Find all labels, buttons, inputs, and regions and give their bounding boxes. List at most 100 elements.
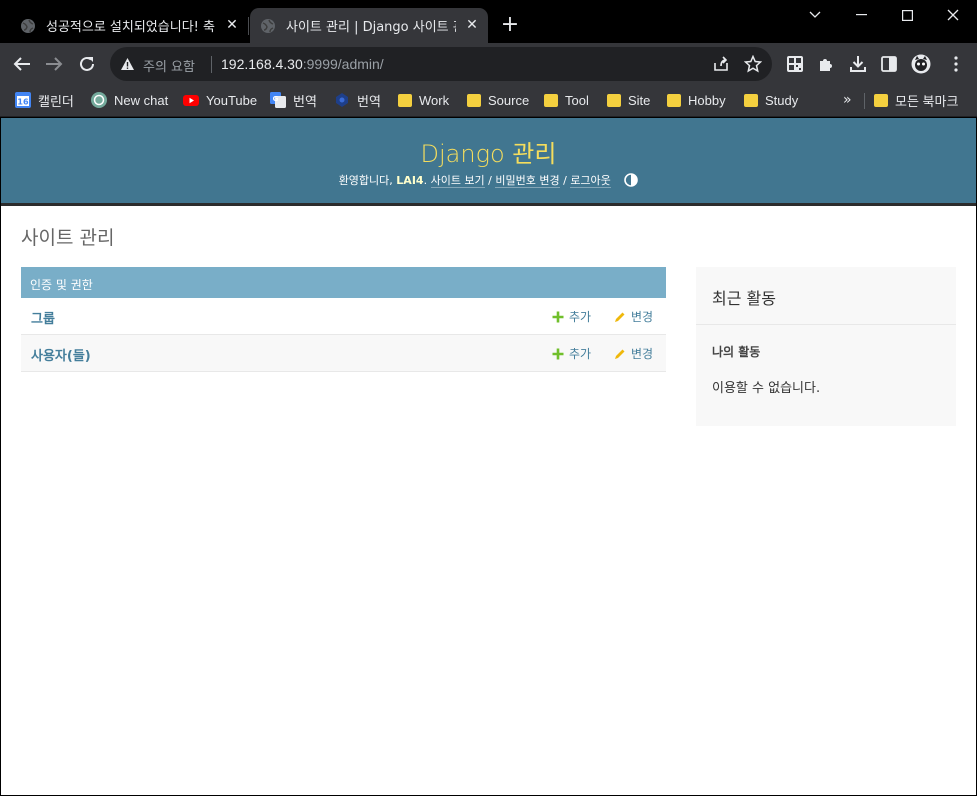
bookmark-label: 모든 북마크: [895, 93, 959, 109]
address-bar[interactable]: 주의 요함 192.168.4.30:9999/admin/: [110, 47, 772, 81]
bookmark-folder-site[interactable]: Site: [607, 91, 650, 109]
page-title: 사이트 관리: [21, 227, 115, 249]
add-groups-link[interactable]: 추가: [552, 308, 591, 325]
change-label: 변경: [631, 310, 654, 324]
bookmark-label: 번역: [357, 93, 381, 109]
svg-text:16: 16: [17, 98, 29, 107]
arrow-left-icon: [13, 57, 30, 71]
more-bookmarks-button[interactable]: »: [843, 92, 852, 108]
bookmarks-bar: 16 캘린더 New chat YouTube G 번역 번역 Work Sou…: [0, 84, 977, 117]
welcome-text: 환영합니다,: [338, 174, 393, 187]
view-site-link[interactable]: 사이트 보기: [430, 174, 485, 188]
folder-icon: [667, 93, 681, 107]
arrow-right-icon: [46, 57, 63, 71]
side-panel-icon[interactable]: [880, 55, 898, 73]
tab-search-chevron-icon[interactable]: [792, 0, 838, 30]
bookmark-papago[interactable]: 번역: [334, 91, 381, 109]
share-icon[interactable]: [712, 55, 730, 73]
model-link-users[interactable]: 사용자(들): [31, 345, 91, 364]
site-name-link[interactable]: Django 관리: [1, 134, 976, 169]
plus-icon: [552, 311, 564, 322]
folder-icon: [544, 93, 558, 107]
content-area: 사이트 관리 인증 및 권한 그룹 추가 변경 사용자(들) 추가 변경 최근 …: [1, 206, 976, 795]
app-module-auth: 인증 및 권한 그룹 추가 변경 사용자(들) 추가 변경: [21, 267, 666, 372]
maximize-window-button[interactable]: [884, 0, 930, 30]
username: LAI4: [396, 174, 424, 187]
bookmark-calendar[interactable]: 16 캘린더: [15, 91, 74, 109]
change-groups-link[interactable]: 변경: [614, 308, 653, 325]
model-link-groups[interactable]: 그룹: [31, 308, 55, 327]
bookmark-new-chat[interactable]: New chat: [91, 91, 168, 109]
google-translate-icon: G: [270, 92, 286, 108]
profile-avatar-icon[interactable]: [911, 54, 931, 74]
add-users-link[interactable]: 추가: [552, 345, 591, 362]
bookmark-label: YouTube: [206, 92, 258, 108]
bookmark-folder-hobby[interactable]: Hobby: [667, 91, 726, 109]
close-tab-icon[interactable]: ✕: [224, 17, 240, 33]
minimize-window-button[interactable]: [838, 0, 884, 30]
url-text[interactable]: 192.168.4.30:9999/admin/: [221, 56, 384, 72]
back-button[interactable]: [9, 51, 35, 77]
folder-icon: [467, 93, 481, 107]
bookmark-folder-work[interactable]: Work: [398, 91, 449, 109]
recent-actions-divider: [696, 324, 956, 325]
chatgpt-icon: [91, 92, 107, 108]
forward-button[interactable]: [41, 51, 67, 77]
qr-code-icon[interactable]: [786, 55, 804, 73]
pencil-icon: [615, 312, 625, 322]
logout-link[interactable]: 로그아웃: [570, 174, 611, 188]
extensions-puzzle-icon[interactable]: [817, 55, 835, 73]
module-caption[interactable]: 인증 및 권한: [21, 267, 666, 298]
folder-icon: [607, 93, 621, 107]
download-icon[interactable]: [849, 55, 867, 73]
model-row-users: 사용자(들) 추가 변경: [21, 335, 666, 372]
tab-separator: [248, 17, 249, 35]
warning-icon[interactable]: [120, 57, 135, 71]
change-password-link[interactable]: 비밀번호 변경: [495, 174, 560, 188]
bookmarks-separator: [864, 93, 865, 109]
youtube-icon: [183, 95, 199, 106]
tab-title: 사이트 관리 | Django 사이트 관: [286, 20, 456, 35]
bookmark-label: Work: [419, 92, 450, 108]
tab-title: 성공적으로 설치되었습니다! 축: [46, 20, 215, 35]
add-label: 추가: [569, 310, 592, 324]
recent-actions-title: 최근 활동: [712, 289, 776, 308]
browser-toolbar: 주의 요함 192.168.4.30:9999/admin/: [0, 43, 977, 84]
change-users-link[interactable]: 변경: [614, 345, 653, 362]
browser-tab-install-success[interactable]: 성공적으로 설치되었습니다! 축 ✕: [8, 8, 248, 43]
all-bookmarks-folder[interactable]: 모든 북마크: [874, 91, 958, 109]
separator: /: [559, 174, 571, 187]
omnibox-separator: [211, 56, 212, 73]
reload-icon: [80, 56, 94, 71]
my-actions-heading: 나의 활동: [712, 345, 761, 359]
bookmark-youtube[interactable]: YouTube: [183, 91, 257, 109]
reload-button[interactable]: [74, 51, 100, 77]
bookmark-google-translate[interactable]: G 번역: [270, 91, 317, 109]
django-admin-header: Django 관리 환영합니다, LAI4. 사이트 보기 / 비밀번호 변경 …: [1, 118, 976, 203]
bookmark-label: Study: [765, 92, 799, 108]
papago-icon: [336, 93, 348, 107]
new-tab-button[interactable]: +: [498, 13, 522, 37]
bookmark-label: Tool: [565, 92, 589, 108]
web-page: Django 관리 환영합니다, LAI4. 사이트 보기 / 비밀번호 변경 …: [1, 118, 976, 795]
security-status-label[interactable]: 주의 요함: [143, 56, 195, 75]
separator: /: [484, 174, 496, 187]
bookmark-folder-tool[interactable]: Tool: [544, 91, 589, 109]
no-actions-text: 이용할 수 없습니다.: [712, 381, 821, 396]
url-path: :9999/admin/: [302, 56, 384, 72]
theme-toggle-icon[interactable]: [624, 173, 639, 187]
close-window-button[interactable]: [930, 0, 976, 30]
bookmark-label: Site: [628, 92, 651, 108]
menu-kebab-icon[interactable]: [947, 55, 965, 73]
folder-icon: [398, 93, 412, 107]
browser-tab-strip: 성공적으로 설치되었습니다! 축 ✕ 사이트 관리 | Django 사이트 관…: [0, 0, 977, 43]
calendar-icon: 16: [15, 92, 31, 108]
bookmark-folder-study[interactable]: Study: [744, 91, 798, 109]
bookmark-folder-source[interactable]: Source: [467, 91, 529, 109]
bookmark-label: 캘린더: [38, 93, 74, 109]
star-icon[interactable]: [744, 55, 762, 73]
close-tab-icon[interactable]: ✕: [464, 17, 480, 33]
folder-icon: [744, 93, 758, 107]
url-host: 192.168.4.30: [221, 56, 303, 72]
browser-tab-site-admin[interactable]: 사이트 관리 | Django 사이트 관 ✕: [250, 8, 488, 43]
